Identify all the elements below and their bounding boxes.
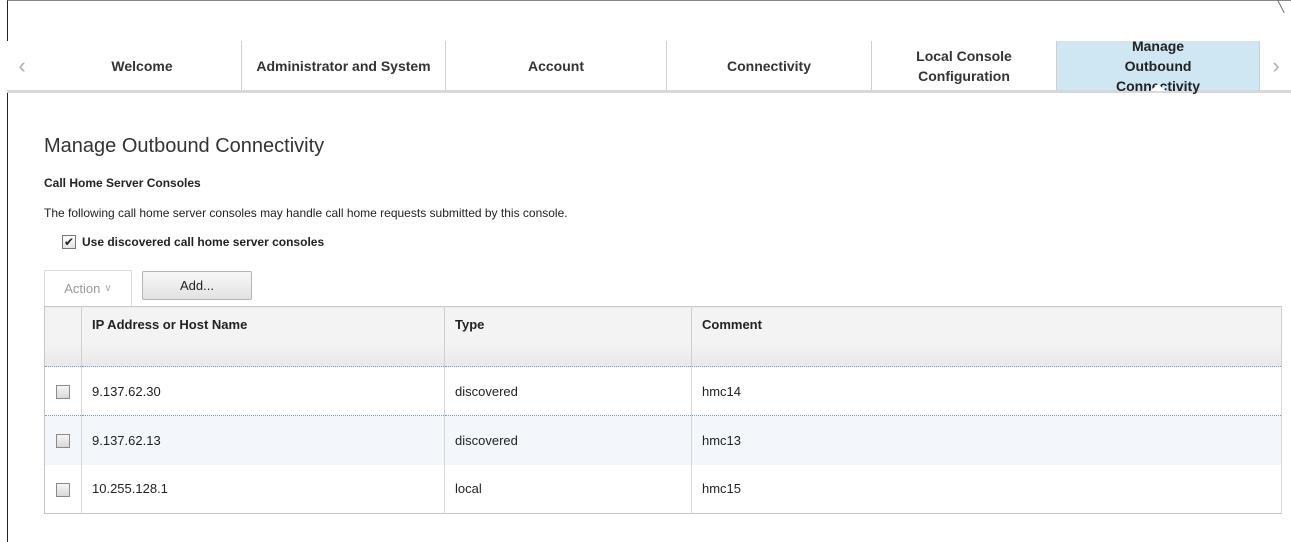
tab-label: Welcome [111,57,173,74]
cell-comment: hmc14 [691,366,1282,416]
column-header-comment[interactable]: Comment [691,306,1282,367]
row-checkbox[interactable] [56,434,70,449]
page-title: Manage Outbound Connectivity [44,135,325,157]
cell-type: discovered [444,366,692,416]
resize-corner-icon: ╲ [1277,0,1285,13]
row-select-cell [44,366,82,416]
tab-strip: ‹ Welcome Administrator and System Accou… [7,38,1291,94]
column-header-type[interactable]: Type [444,306,692,367]
use-discovered-checkbox[interactable]: ✔ [62,235,76,249]
chevron-down-icon: ∨ [104,283,112,294]
active-tab-caret-icon [1150,84,1166,91]
tab-manage-outbound-connectivity[interactable]: Manage Outbound Connectivity [1057,38,1260,94]
select-column-header [44,306,82,367]
tab-label: Connectivity [726,57,811,74]
cell-address: 9.137.62.30 [81,366,445,416]
cell-type: discovered [444,415,692,465]
table-toolbar: Action ∨ Add... [44,270,252,306]
action-menu-button[interactable]: Action ∨ [44,270,132,306]
section-title: Call Home Server Consoles [44,176,201,190]
tab-welcome[interactable]: Welcome [43,41,242,90]
cell-comment: hmc15 [691,464,1282,514]
table-row[interactable]: 9.137.62.13 discovered hmc13 [44,415,1282,465]
add-button[interactable]: Add... [142,271,252,300]
tab-account[interactable]: Account [446,41,667,90]
cell-address: 9.137.62.13 [81,415,445,465]
table-header-row: IP Address or Host Name Type Comment [44,306,1282,367]
tab-scroll-left-icon[interactable]: ‹ [7,41,37,90]
row-select-cell [44,464,82,514]
tab-connectivity[interactable]: Connectivity [667,41,872,90]
call-home-servers-table: IP Address or Host Name Type Comment 9.1… [44,306,1282,514]
cell-address: 10.255.128.1 [81,464,445,514]
use-discovered-option: ✔ Use discovered call home server consol… [62,235,324,249]
tab-list: Welcome Administrator and System Account… [43,38,1260,94]
tab-scroll-right-icon[interactable]: › [1261,41,1291,90]
table-row[interactable]: 10.255.128.1 local hmc15 [44,464,1282,514]
row-checkbox[interactable] [56,384,70,399]
cell-type: local [444,464,692,514]
action-label: Action [64,281,101,296]
column-header-address[interactable]: IP Address or Host Name [81,306,445,367]
tab-label: Local Console Configuration [916,47,1012,84]
tab-label: Administrator and System [256,57,431,74]
tab-local-console-configuration[interactable]: Local Console Configuration [872,41,1057,90]
row-checkbox[interactable] [56,482,70,497]
table-row[interactable]: 9.137.62.30 discovered hmc14 [44,366,1282,416]
checkmark-icon: ✔ [63,235,75,249]
tab-label: Account [528,57,584,74]
row-select-cell [44,415,82,465]
use-discovered-label: Use discovered call home server consoles [82,235,325,249]
tab-administrator-and-system[interactable]: Administrator and System [242,41,446,90]
cell-comment: hmc13 [691,415,1282,465]
section-description: The following call home server consoles … [44,206,568,220]
